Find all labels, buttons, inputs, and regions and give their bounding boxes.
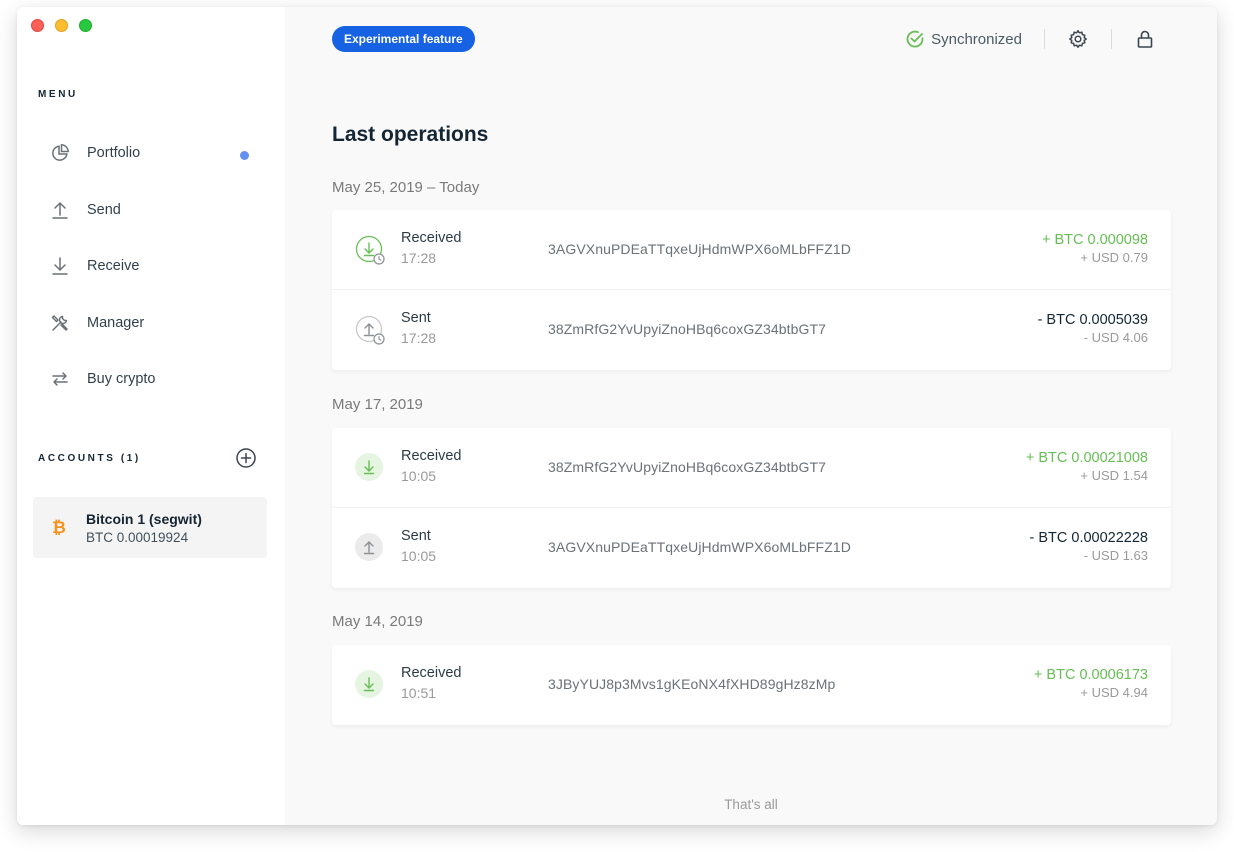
- operation-amounts: + BTC 0.00021008 + USD 1.54: [1026, 450, 1148, 483]
- operation-crypto-amount: + BTC 0.0006173: [1033, 667, 1148, 683]
- lock-button[interactable]: [1134, 28, 1156, 50]
- operation-address: 38ZmRfG2YvUpyiZnoHBq6coxGZ34btbGT7: [548, 459, 827, 475]
- operation-crypto-amount: - BTC 0.0005039: [1037, 312, 1148, 328]
- operation-fiat-amount: - USD 4.06: [1083, 330, 1148, 345]
- operation-info: Received 10:51: [401, 665, 461, 701]
- operation-crypto-amount: + BTC 0.00021008: [1025, 450, 1148, 466]
- page-title: Last operations: [332, 123, 489, 146]
- operations-date-header: May 14, 2019: [332, 613, 423, 630]
- received-icon: [355, 452, 385, 483]
- zoom-window-button[interactable]: [79, 19, 92, 32]
- main-nav: Portfolio Send Receive Manager Buy crypt…: [38, 125, 268, 408]
- operation-row[interactable]: Received 10:05 38ZmRfG2YvUpyiZnoHBq6coxG…: [332, 428, 1171, 508]
- main-content: Experimental feature Synchronized Last o…: [285, 7, 1217, 825]
- close-window-button[interactable]: [31, 19, 44, 32]
- operation-info: Received 10:05: [401, 448, 461, 484]
- sidebar-item-label: Buy crypto: [87, 371, 156, 388]
- notification-dot: [240, 151, 249, 160]
- minimize-window-button[interactable]: [55, 19, 68, 32]
- sidebar-item-portfolio[interactable]: Portfolio: [38, 125, 268, 182]
- operations-group: Received 17:28 3AGVXnuPDEaTTqxeUjHdmWPX6…: [332, 210, 1171, 370]
- operation-amounts: - BTC 0.0005039 - USD 4.06: [1038, 312, 1148, 345]
- sent-icon: [355, 533, 385, 563]
- sidebar-item-manager[interactable]: Manager: [38, 295, 268, 352]
- divider: [1111, 29, 1112, 49]
- window-controls: [31, 19, 92, 32]
- operation-time: 10:05: [401, 548, 437, 564]
- arrow-down-icon: [49, 255, 71, 277]
- operation-row[interactable]: Sent 10:05 3AGVXnuPDEaTTqxeUjHdmWPX6oMLb…: [332, 508, 1171, 588]
- topbar: Synchronized: [905, 25, 1217, 53]
- received-icon: [355, 670, 385, 700]
- sent-pending-icon: [355, 315, 385, 345]
- operations-group: Received 10:05 38ZmRfG2YvUpyiZnoHBq6coxG…: [332, 428, 1171, 588]
- sidebar: MENU Portfolio Send Receive Manager Buy …: [17, 7, 285, 825]
- operation-fiat-amount: - USD 1.63: [1083, 548, 1148, 563]
- operation-crypto-amount: + BTC 0.000098: [1041, 232, 1148, 248]
- operation-type: Received: [401, 230, 462, 246]
- experimental-feature-badge[interactable]: Experimental feature: [332, 26, 475, 52]
- operation-time: 10:51: [401, 685, 437, 701]
- sidebar-item-label: Portfolio: [87, 145, 141, 162]
- operation-time: 17:28: [401, 250, 437, 266]
- account-item-bitcoin[interactable]: ₿ Bitcoin 1 (segwit) BTC 0.00019924: [33, 497, 267, 558]
- menu-title: MENU: [38, 89, 78, 100]
- operation-type: Received: [401, 448, 462, 464]
- accounts-title: ACCOUNTS (1): [38, 453, 141, 464]
- operation-amounts: + BTC 0.000098 + USD 0.79: [1042, 232, 1148, 265]
- operation-type: Received: [401, 665, 462, 681]
- operations-date-header: May 17, 2019: [332, 396, 423, 413]
- sidebar-item-label: Manager: [87, 314, 145, 331]
- operation-fiat-amount: + USD 0.79: [1080, 250, 1148, 265]
- sync-status-label: Synchronized: [931, 30, 1022, 48]
- divider: [1044, 29, 1045, 49]
- sidebar-item-label: Send: [87, 201, 121, 218]
- sidebar-item-send[interactable]: Send: [38, 182, 268, 239]
- operation-crypto-amount: - BTC 0.00022228: [1029, 530, 1149, 546]
- operation-row[interactable]: Sent 17:28 38ZmRfG2YvUpyiZnoHBq6coxGZ34b…: [332, 290, 1171, 370]
- sidebar-item-receive[interactable]: Receive: [38, 238, 268, 295]
- bitcoin-icon: ₿: [52, 517, 66, 537]
- exchange-icon: [49, 368, 71, 390]
- operation-amounts: - BTC 0.00022228 - USD 1.63: [1030, 530, 1149, 563]
- lock-icon: [1137, 30, 1153, 48]
- account-name: Bitcoin 1 (segwit): [86, 510, 202, 527]
- operations-group: Received 10:51 3JByYUJ8p3Mvs1gKEoNX4fXHD…: [332, 645, 1171, 725]
- operation-type: Sent: [401, 528, 431, 544]
- plus-circle-icon: [236, 448, 256, 468]
- operation-address: 3AGVXnuPDEaTTqxeUjHdmWPX6oMLbFFZ1D: [548, 539, 851, 555]
- operations-date-header: May 25, 2019 – Today: [332, 179, 480, 196]
- operation-address: 3AGVXnuPDEaTTqxeUjHdmWPX6oMLbFFZ1D: [548, 241, 851, 257]
- settings-button[interactable]: [1067, 28, 1089, 50]
- received-pending-icon: [355, 235, 385, 265]
- operation-amounts: + BTC 0.0006173 + USD 4.94: [1034, 667, 1148, 700]
- sidebar-item-buy-crypto[interactable]: Buy crypto: [38, 351, 268, 408]
- check-circle-icon: [906, 30, 924, 48]
- account-balance: BTC 0.00019924: [86, 529, 189, 545]
- operation-row[interactable]: Received 17:28 3AGVXnuPDEaTTqxeUjHdmWPX6…: [332, 210, 1171, 290]
- sidebar-item-label: Receive: [87, 258, 140, 275]
- operation-fiat-amount: + USD 4.94: [1080, 685, 1148, 700]
- operation-address: 3JByYUJ8p3Mvs1gKEoNX4fXHD89gHz8zMp: [548, 676, 836, 692]
- operation-info: Sent 17:28: [401, 310, 436, 346]
- operation-address: 38ZmRfG2YvUpyiZnoHBq6coxGZ34btbGT7: [548, 321, 827, 337]
- add-account-button[interactable]: [235, 447, 257, 469]
- operation-info: Sent 10:05: [401, 528, 436, 564]
- sync-status[interactable]: Synchronized: [905, 29, 1022, 49]
- arrow-up-icon: [49, 199, 71, 221]
- end-of-list-label: That's all: [724, 797, 778, 812]
- tools-icon: [49, 312, 71, 334]
- gear-icon: [1069, 30, 1087, 48]
- app-window: MENU Portfolio Send Receive Manager Buy …: [17, 7, 1217, 825]
- operation-type: Sent: [401, 310, 431, 326]
- operation-row[interactable]: Received 10:51 3JByYUJ8p3Mvs1gKEoNX4fXHD…: [332, 645, 1171, 725]
- operation-fiat-amount: + USD 1.54: [1080, 468, 1148, 483]
- account-text: Bitcoin 1 (segwit) BTC 0.00019924: [86, 511, 202, 545]
- pie-chart-icon: [49, 142, 71, 164]
- operation-time: 10:05: [401, 468, 437, 484]
- operation-time: 17:28: [401, 330, 437, 346]
- operation-info: Received 17:28: [401, 230, 461, 266]
